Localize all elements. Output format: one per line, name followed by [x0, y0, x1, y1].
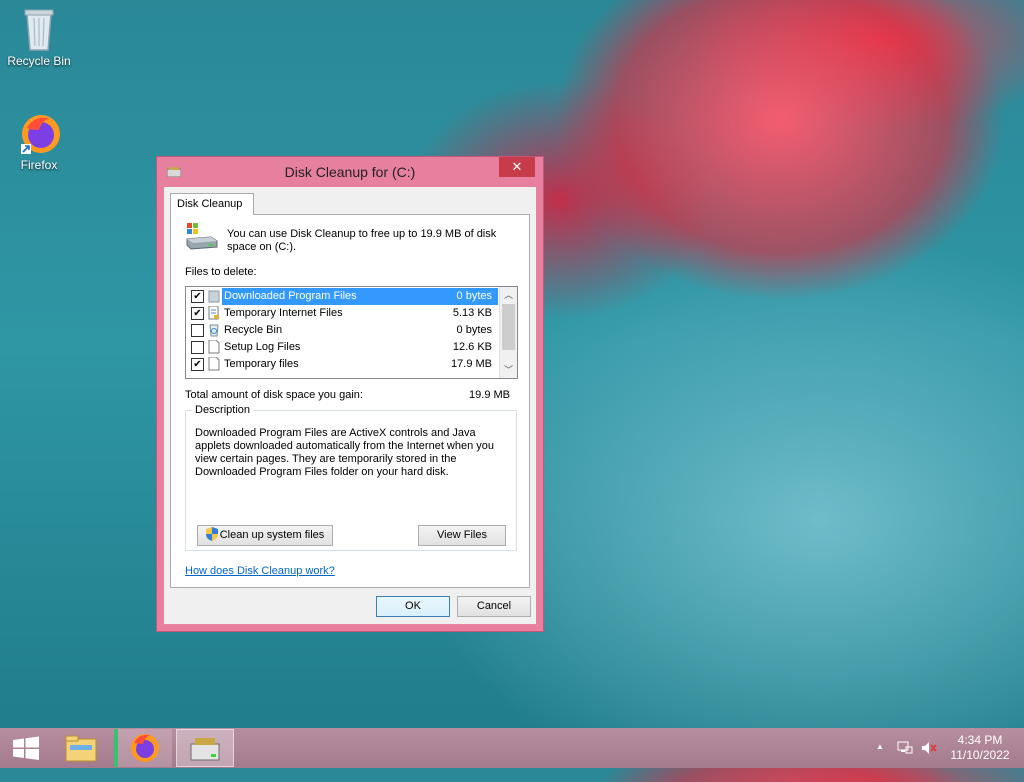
- desktop-icon-recycle-bin[interactable]: Recycle Bin: [2, 6, 76, 68]
- start-button[interactable]: [6, 729, 46, 767]
- clean-up-system-files-label: Clean up system files: [219, 529, 325, 541]
- file-name: Temporary Internet Files: [224, 307, 343, 319]
- file-explorer-icon: [65, 735, 97, 762]
- folder-icon: [208, 289, 220, 303]
- tab-disk-cleanup[interactable]: Disk Cleanup: [170, 193, 254, 215]
- drive-cleanup-icon: [185, 223, 219, 251]
- file-icon: [208, 339, 220, 354]
- description-text: Downloaded Program Files are ActiveX con…: [195, 427, 495, 478]
- list-item-recycle-bin[interactable]: Recycle Bin 0 bytes: [188, 322, 498, 339]
- document-lock-icon: [208, 305, 220, 320]
- file-size: 17.9 MB: [451, 358, 492, 370]
- file-name: Temporary files: [224, 358, 299, 370]
- dialog-title: Disk Cleanup for (C:): [284, 164, 416, 180]
- dialog-client-area: Disk Cleanup You can use Disk Cleanup to…: [164, 187, 536, 624]
- show-hidden-icons-button[interactable]: ▲: [876, 742, 892, 782]
- taskbar-disk-cleanup[interactable]: [176, 729, 234, 767]
- clean-up-system-files-button[interactable]: Clean up system files: [197, 525, 333, 546]
- dialog-titlebar[interactable]: Disk Cleanup for (C:) ✕: [157, 157, 543, 187]
- ok-button[interactable]: OK: [376, 596, 450, 617]
- files-to-delete-label: Files to delete:: [185, 266, 257, 278]
- intro-text: You can use Disk Cleanup to free up to 1…: [227, 228, 497, 253]
- disk-cleanup-dialog: Disk Cleanup for (C:) ✕ Disk Cleanup You…: [156, 156, 544, 632]
- list-item-temporary-files[interactable]: ✔ Temporary files 17.9 MB: [188, 356, 498, 373]
- checkbox-recycle-bin[interactable]: [191, 324, 204, 337]
- recycle-bin-icon: [19, 6, 59, 51]
- file-name: Setup Log Files: [224, 341, 301, 353]
- files-to-delete-list[interactable]: ✔ Downloaded Program Files 0 bytes ✔ Tem…: [185, 286, 518, 379]
- file-size: 0 bytes: [456, 324, 492, 336]
- clock-time: 4:34 PM: [957, 733, 1003, 747]
- checkbox-setup-log-files[interactable]: [191, 341, 204, 354]
- checkbox-downloaded-program-files[interactable]: ✔: [191, 290, 204, 303]
- list-item-downloaded-program-files[interactable]: ✔ Downloaded Program Files 0 bytes: [188, 288, 498, 305]
- scrollbar-thumb[interactable]: [502, 304, 515, 350]
- tab-panel: You can use Disk Cleanup to free up to 1…: [170, 214, 530, 588]
- checkbox-temporary-files[interactable]: ✔: [191, 358, 204, 371]
- list-item-temporary-internet-files[interactable]: ✔ Temporary Internet Files 5.13 KB: [188, 305, 498, 322]
- description-group: Description Downloaded Program Files are…: [185, 404, 517, 551]
- scroll-down-arrow-icon[interactable]: ﹀: [500, 362, 517, 378]
- file-icon: [208, 356, 220, 371]
- cancel-button[interactable]: Cancel: [457, 596, 531, 617]
- clock-date: 11/10/2022: [950, 748, 1010, 762]
- file-name: Recycle Bin: [224, 324, 283, 336]
- windows-logo-icon: [13, 736, 39, 760]
- close-button[interactable]: ✕: [499, 157, 535, 177]
- firefox-icon: [131, 734, 159, 762]
- file-size: 0 bytes: [456, 290, 492, 302]
- taskbar-firefox[interactable]: [114, 729, 172, 767]
- firefox-icon: [19, 112, 60, 154]
- scroll-up-arrow-icon[interactable]: ︿: [500, 287, 517, 303]
- checkbox-temporary-internet-files[interactable]: ✔: [191, 307, 204, 320]
- help-link[interactable]: How does Disk Cleanup work?: [185, 565, 335, 577]
- view-files-button[interactable]: View Files: [418, 525, 506, 546]
- desktop-icon-label: Firefox: [20, 158, 58, 172]
- file-size: 12.6 KB: [452, 341, 492, 353]
- taskbar-file-explorer[interactable]: [56, 729, 106, 767]
- desktop-icon-firefox[interactable]: Firefox: [2, 112, 76, 172]
- file-size: 5.13 KB: [452, 307, 492, 319]
- close-icon: ✕: [511, 159, 523, 174]
- recycle-bin-icon: [208, 323, 220, 337]
- taskbar: ▲ 4:34 PM 11/10/2022: [0, 728, 1024, 768]
- clock[interactable]: 4:34 PM 11/10/2022: [950, 733, 1010, 773]
- disk-cleanup-icon: [190, 738, 220, 761]
- file-name: Downloaded Program Files: [224, 290, 357, 302]
- list-scrollbar[interactable]: ︿ ﹀: [499, 287, 517, 378]
- total-gain-value: 19.9 MB: [469, 389, 510, 401]
- volume-muted-icon[interactable]: [920, 740, 938, 780]
- desktop-icon-label: Recycle Bin: [7, 54, 71, 68]
- network-icon[interactable]: [897, 740, 915, 780]
- tray-arrow-icon: ▲: [876, 742, 884, 751]
- uac-shield-icon: [205, 527, 218, 548]
- description-label: Description: [192, 404, 254, 416]
- total-gain-label: Total amount of disk space you gain:: [185, 389, 363, 401]
- list-item-setup-log-files[interactable]: Setup Log Files 12.6 KB: [188, 339, 498, 356]
